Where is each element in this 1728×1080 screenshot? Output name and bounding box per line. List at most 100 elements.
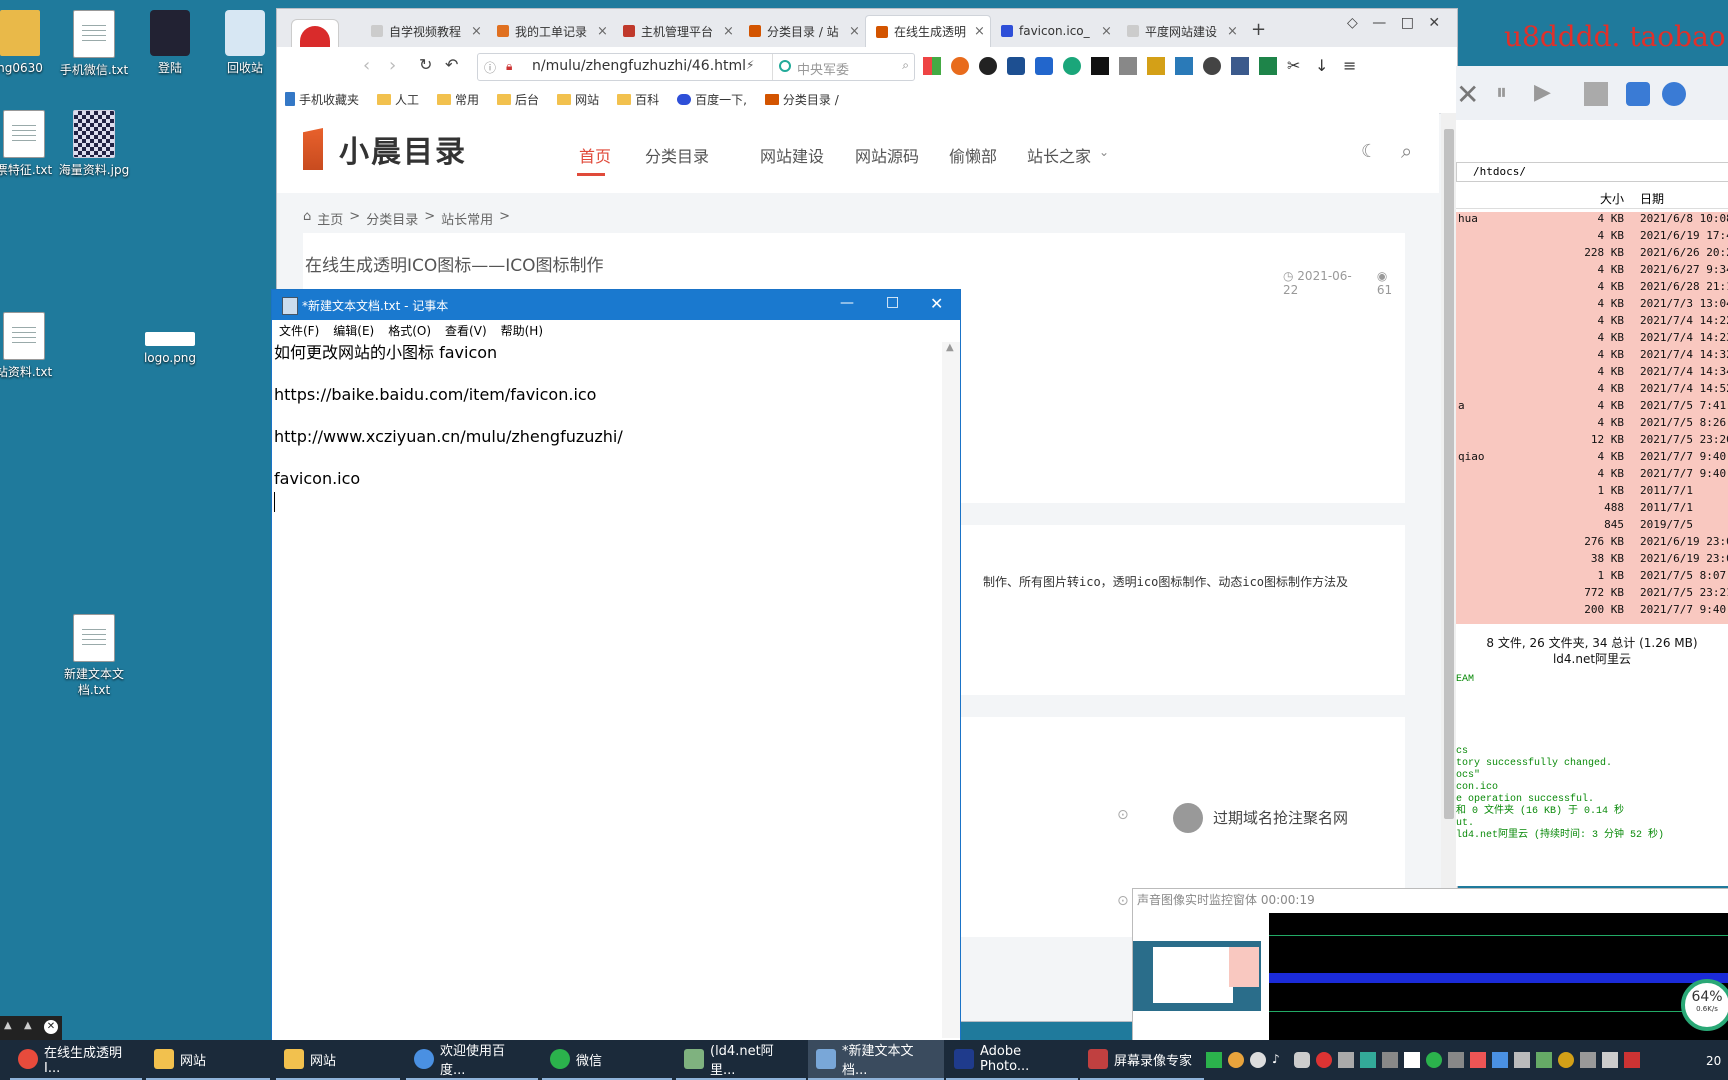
taskbar-item-ftp[interactable]: (ld4.net阿里... xyxy=(676,1040,806,1080)
tray-icon[interactable] xyxy=(1448,1052,1464,1068)
desktop-icon-new-txt[interactable]: 新建文本文档.txt xyxy=(54,614,134,698)
related-item-1[interactable]: 过期域名抢注聚名网 xyxy=(1213,807,1348,828)
search-box[interactable]: 中央军委 ⌕ xyxy=(772,54,913,80)
breadcrumb-webmaster[interactable]: 站长常用 xyxy=(441,209,493,228)
menu-help[interactable]: 帮助(H) xyxy=(501,320,543,342)
close-tab-icon[interactable]: × xyxy=(1101,24,1117,39)
close-button[interactable]: ✕ xyxy=(930,294,943,313)
notepad-title-bar[interactable]: *新建文本文档.txt - 记事本 — □ ✕ xyxy=(272,290,960,320)
clock[interactable]: 20 xyxy=(1706,1054,1721,1068)
desktop-icon-logo-png[interactable]: logo.png xyxy=(130,312,210,366)
desktop-icon-weixin-txt[interactable]: 手机微信.txt xyxy=(54,10,134,78)
tab-7[interactable]: 平度网站建设 × xyxy=(1117,15,1243,47)
tray-icon[interactable] xyxy=(1338,1052,1354,1068)
excel-icon[interactable] xyxy=(1259,57,1277,75)
extension-icon[interactable] xyxy=(1063,57,1081,75)
key-icon[interactable] xyxy=(1203,57,1221,75)
ftp-file-row[interactable]: 4 KB 2021/7/3 13:04 xyxy=(1456,297,1728,314)
bookmark-folder[interactable]: 百科 xyxy=(617,91,659,108)
taskbar-item-folder[interactable]: 网站 xyxy=(276,1040,400,1080)
tray-icon[interactable] xyxy=(1426,1052,1442,1068)
tab-4[interactable]: 分类目录 / 站 × xyxy=(739,15,865,47)
dark-mode-icon[interactable]: ☾ xyxy=(1361,141,1377,162)
tray-icon[interactable] xyxy=(1470,1052,1486,1068)
desktop-icon-recycle-bin[interactable]: 回收站 xyxy=(205,10,285,76)
notepad-text-area[interactable]: 如何更改网站的小图标 favicon https://baike.baidu.c… xyxy=(274,342,934,1032)
tray-icon[interactable] xyxy=(1404,1052,1420,1068)
extension-icon[interactable] xyxy=(1175,57,1193,75)
ftp-file-row[interactable]: 276 KB 2021/6/19 23:02 xyxy=(1456,535,1728,552)
close-tab-icon[interactable]: × xyxy=(974,24,990,39)
taskbar-item-photoshop[interactable]: Adobe Photo... xyxy=(946,1040,1078,1080)
search-icon[interactable]: ⌕ xyxy=(902,58,909,73)
download-icon[interactable]: ↓ xyxy=(1315,57,1333,75)
bookmark-folder[interactable]: 常用 xyxy=(437,91,479,108)
bookmark-baidu[interactable]: 百度一下, xyxy=(677,91,747,108)
bookmark-category[interactable]: 分类目录 / xyxy=(764,91,839,108)
close-tab-icon[interactable]: × xyxy=(723,24,739,39)
menu-view[interactable]: 查看(V) xyxy=(445,320,487,342)
ftp-file-row[interactable]: 1 KB 2011/7/1 xyxy=(1456,484,1728,501)
ftp-file-row[interactable]: 12 KB 2021/7/5 23:20 xyxy=(1456,433,1728,450)
globe-icon[interactable] xyxy=(1662,82,1686,106)
taskbar-item-notepad[interactable]: *新建文本文档... xyxy=(808,1040,944,1080)
ftp-file-row[interactable]: 4 KB 2021/6/27 9:34 xyxy=(1456,263,1728,280)
pause-icon[interactable]: ⏸︎ xyxy=(1496,80,1507,105)
site-logo[interactable]: 小晨目录 xyxy=(295,127,467,171)
ftp-file-row[interactable]: 38 KB 2021/6/19 23:05 xyxy=(1456,552,1728,569)
search-icon[interactable]: ⌕ xyxy=(1401,139,1412,163)
bookmark-folder[interactable]: 网站 xyxy=(557,91,599,108)
tray-icon[interactable] xyxy=(1316,1052,1332,1068)
undo-icon[interactable]: ↶ xyxy=(445,55,458,74)
chevron-up-icon[interactable]: ▲ xyxy=(4,1020,12,1031)
tray-icon[interactable] xyxy=(1250,1052,1266,1068)
tab-6[interactable]: favicon.ico_ × xyxy=(991,15,1117,47)
close-icon[interactable]: ✕ xyxy=(44,1020,58,1034)
tray-icon[interactable] xyxy=(1360,1052,1376,1068)
desktop-icon-ng0630[interactable]: ng0630 xyxy=(0,10,60,76)
scissors-icon[interactable]: ✂︎ xyxy=(1287,57,1305,75)
tray-icon[interactable] xyxy=(1602,1052,1618,1068)
vip-icon[interactable] xyxy=(1091,57,1109,75)
extension-icon[interactable] xyxy=(951,57,969,75)
minimize-button[interactable]: — xyxy=(1372,15,1386,31)
bookmark-folder[interactable]: 人工 xyxy=(377,91,419,108)
chevron-right-icon[interactable]: ⊙ xyxy=(1117,807,1129,823)
ftp-file-row[interactable]: 4 KB 2021/7/4 14:34 xyxy=(1456,365,1728,382)
col-size[interactable]: 大小 xyxy=(1600,190,1624,207)
microphone-icon[interactable] xyxy=(1294,1052,1310,1068)
tray-icon[interactable] xyxy=(1514,1052,1530,1068)
maximize-button[interactable]: □ xyxy=(1401,15,1414,31)
close-tab-icon[interactable]: × xyxy=(1227,24,1243,39)
back-icon[interactable]: ‹ xyxy=(363,55,370,76)
page-scrollbar[interactable] xyxy=(1441,113,1457,1021)
taskbar-item-recorder[interactable]: 屏幕录像专家 xyxy=(1080,1040,1204,1080)
desktop-icon-login[interactable]: 登陆 xyxy=(130,10,210,76)
nav-category[interactable]: 分类目录 xyxy=(645,143,709,167)
skin-icon[interactable]: ◇ xyxy=(1347,15,1358,31)
tray-icon[interactable] xyxy=(1624,1052,1640,1068)
sync-icon[interactable] xyxy=(979,57,997,75)
breadcrumb-category[interactable]: 分类目录 xyxy=(366,209,418,228)
taskbar-item-folder[interactable]: 网站 xyxy=(146,1040,270,1080)
new-tab-button[interactable]: + xyxy=(1251,19,1266,40)
taskbar-item-browser[interactable]: 在线生成透明I... xyxy=(10,1040,142,1080)
music-icon[interactable] xyxy=(1007,57,1025,75)
chevron-up-icon[interactable]: ▲ xyxy=(24,1020,32,1031)
ftp-file-row[interactable]: 200 KB 2021/7/7 9:40 xyxy=(1456,603,1728,620)
ftp-file-row[interactable]: 4 KB 2021/7/4 14:52 xyxy=(1456,382,1728,399)
ftp-path[interactable]: /htdocs/ xyxy=(1456,162,1728,182)
tab-3[interactable]: 主机管理平台 × xyxy=(613,15,739,47)
lightning-icon[interactable]: ⚡︎ xyxy=(746,58,754,72)
ftp-file-row[interactable]: 228 KB 2021/6/26 20:24 xyxy=(1456,246,1728,263)
menu-icon[interactable]: ≡ xyxy=(1343,57,1361,75)
tray-icon[interactable] xyxy=(1228,1052,1244,1068)
nav-webmaster[interactable]: 站长之家 xyxy=(1027,143,1091,167)
tab-2[interactable]: 我的工单记录 × xyxy=(487,15,613,47)
tray-icon[interactable] xyxy=(1206,1052,1222,1068)
bookmark-mobile[interactable]: 手机收藏夹 xyxy=(285,91,359,108)
tab-5-active[interactable]: 在线生成透明 × xyxy=(865,15,991,47)
ftp-file-row[interactable]: 488 2011/7/1 xyxy=(1456,501,1728,518)
close-tab-icon[interactable]: × xyxy=(597,24,613,39)
play-icon[interactable]: ▶ xyxy=(1534,80,1551,105)
